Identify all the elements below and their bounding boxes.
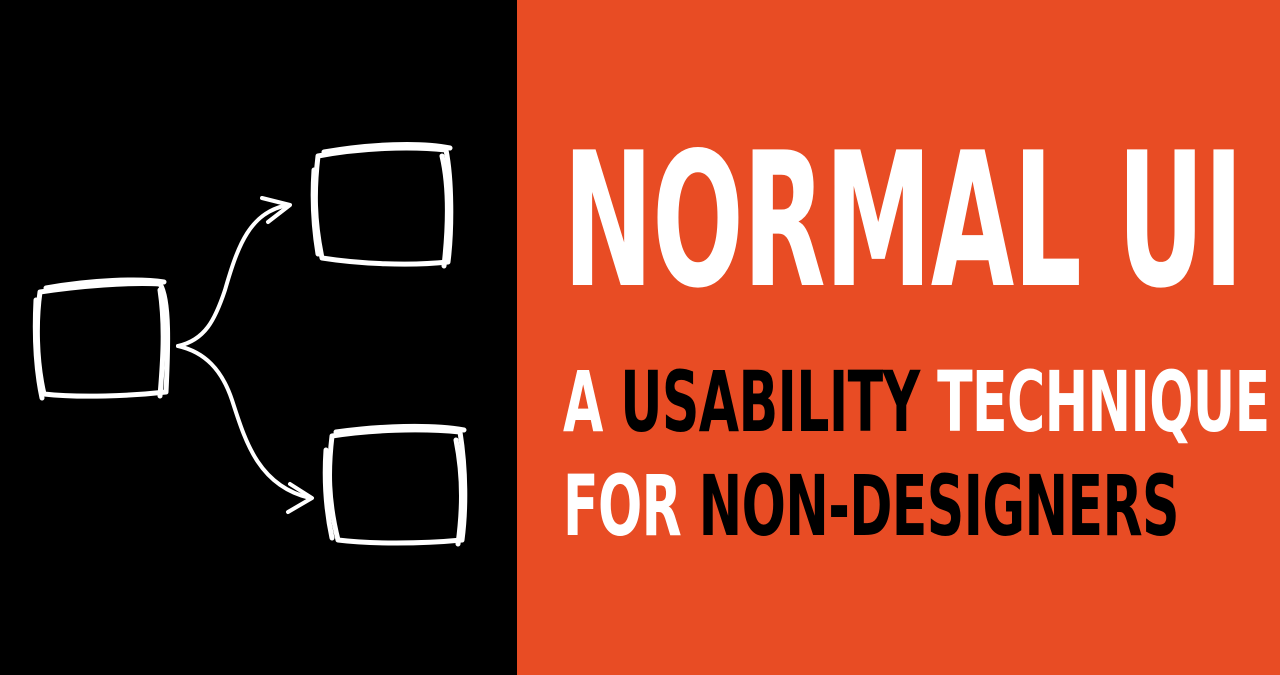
target-box-top-sketch <box>310 142 454 269</box>
banner: NORMAL UI A USABILITY TECHNIQUE FOR NON-… <box>0 0 1280 675</box>
subtitle-line-1: A USABILITY TECHNIQUE <box>563 360 1270 444</box>
subtitle-word: A <box>563 353 603 451</box>
subtitle-line-2: FOR NON-DESIGNERS <box>563 464 1179 548</box>
subtitle-word-highlight: NON-DESIGNERS <box>698 457 1180 555</box>
source-box-sketch <box>32 277 171 401</box>
illustration-panel <box>0 0 517 675</box>
text-panel: NORMAL UI A USABILITY TECHNIQUE FOR NON-… <box>517 0 1280 675</box>
flow-diagram-sketch-icon <box>32 142 468 547</box>
target-box-bottom-sketch <box>322 423 468 547</box>
subtitle-word-highlight: USABILITY <box>620 353 920 451</box>
branch-arrows-sketch <box>176 196 314 514</box>
subtitle-word: TECHNIQUE <box>937 353 1270 451</box>
subtitle-word: FOR <box>563 457 682 555</box>
headline: NORMAL UI <box>563 112 1244 329</box>
